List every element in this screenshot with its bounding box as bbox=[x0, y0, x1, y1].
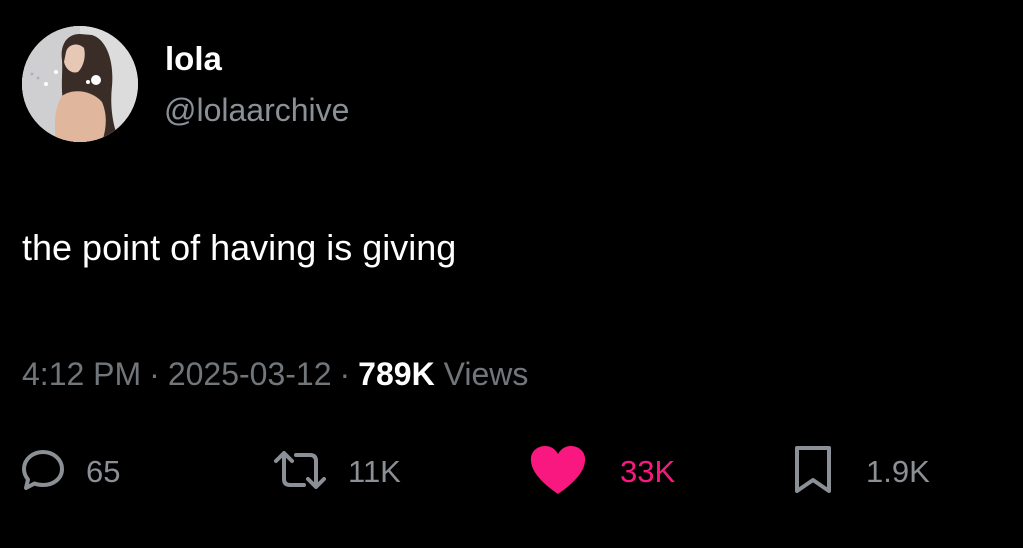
user-handle[interactable]: @lolaarchive bbox=[164, 91, 349, 129]
display-name[interactable]: lola bbox=[165, 40, 222, 78]
tweet-text: the point of having is giving bbox=[22, 227, 457, 268]
profile-photo-icon bbox=[22, 26, 138, 142]
meta-separator: · bbox=[339, 356, 351, 392]
reply-icon bbox=[20, 447, 66, 498]
views-label: Views bbox=[443, 356, 529, 392]
retweet-count: 11K bbox=[348, 454, 401, 489]
bookmark-icon bbox=[790, 444, 836, 501]
tweet-card: lola @lolaarchive the point of having is… bbox=[0, 0, 1023, 548]
reply-count: 65 bbox=[86, 454, 121, 489]
like-count: 33K bbox=[620, 454, 676, 489]
retweet-button[interactable]: 11K bbox=[272, 440, 401, 504]
tweet-time[interactable]: 4:12 PM bbox=[22, 356, 141, 392]
views-count: 789K bbox=[358, 356, 435, 392]
tweet-meta: 4:12 PM · 2025-03-12 · 789K Views bbox=[22, 354, 528, 394]
retweet-icon bbox=[272, 447, 328, 498]
reply-button[interactable]: 65 bbox=[20, 440, 120, 504]
action-bar: 65 11K 33K 1.9K bbox=[0, 440, 1023, 504]
bookmark-count: 1.9K bbox=[866, 454, 930, 489]
avatar[interactable] bbox=[22, 26, 138, 142]
heart-icon bbox=[528, 444, 588, 501]
tweet-date[interactable]: 2025-03-12 bbox=[168, 356, 332, 392]
meta-separator: · bbox=[149, 356, 160, 392]
bookmark-button[interactable]: 1.9K bbox=[790, 440, 930, 504]
like-button[interactable]: 33K bbox=[528, 440, 675, 504]
